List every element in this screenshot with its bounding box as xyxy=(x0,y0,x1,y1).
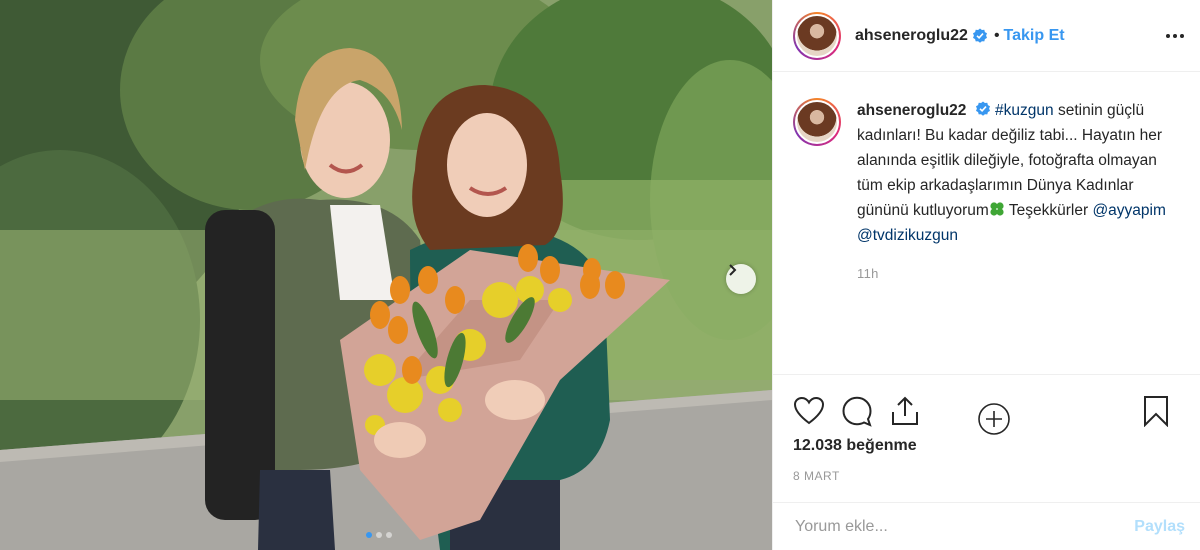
comments-section: ahseneroglu22 #kuzgun setinin güçlü kadı… xyxy=(773,72,1200,435)
carousel-dots xyxy=(366,532,392,538)
four-leaf-clover-icon xyxy=(990,202,1004,216)
caption-avatar[interactable] xyxy=(793,98,841,146)
caption-text: ahseneroglu22 #kuzgun setinin güçlü kadı… xyxy=(857,98,1167,248)
carousel-next-button[interactable] xyxy=(726,264,756,294)
mention-link[interactable]: @ayyapim xyxy=(1092,202,1165,219)
avatar[interactable] xyxy=(793,11,841,60)
post-comment-button[interactable]: Paylaş xyxy=(1134,518,1185,536)
post-header: ahseneroglu22 • Takip Et xyxy=(773,0,1200,72)
verified-badge-icon xyxy=(972,28,987,43)
post-photo[interactable] xyxy=(0,0,772,550)
comment-form: Paylaş xyxy=(773,502,1200,550)
post-panel: ahseneroglu22 • Takip Et ahseneroglu22 #… xyxy=(772,0,1200,550)
action-icons xyxy=(793,393,1185,429)
mention-link[interactable]: @tvdizikuzgun xyxy=(857,227,958,244)
caption-timestamp[interactable]: 11h xyxy=(857,266,1180,281)
like-count[interactable]: 12.038 beğenme xyxy=(793,437,1185,455)
caption-username[interactable]: ahseneroglu22 xyxy=(857,102,966,119)
comment-input[interactable] xyxy=(795,517,1135,536)
caption-body-2: Teşekkürler xyxy=(1004,202,1093,219)
bookmark-icon[interactable] xyxy=(1143,395,1169,427)
carousel-dot-active xyxy=(366,532,372,538)
header-username[interactable]: ahseneroglu22 xyxy=(855,27,968,45)
chevron-right-icon xyxy=(729,264,737,276)
share-icon[interactable] xyxy=(889,395,921,427)
carousel-dot xyxy=(386,532,392,538)
photo-illustration xyxy=(0,0,772,550)
post-actions: 12.038 beğenme 8 MART xyxy=(773,374,1200,483)
heart-icon[interactable] xyxy=(793,396,825,426)
carousel-dot xyxy=(376,532,382,538)
more-options-icon[interactable] xyxy=(1166,33,1184,38)
hashtag-link[interactable]: #kuzgun xyxy=(995,102,1054,119)
verified-badge-icon xyxy=(975,101,990,116)
caption-row: ahseneroglu22 #kuzgun setinin güçlü kadı… xyxy=(793,98,1180,248)
follow-button[interactable]: Takip Et xyxy=(1004,27,1065,45)
comment-bubble-icon[interactable] xyxy=(841,395,873,427)
post-date[interactable]: 8 MART xyxy=(793,469,1185,483)
separator-dot: • xyxy=(993,26,1000,44)
